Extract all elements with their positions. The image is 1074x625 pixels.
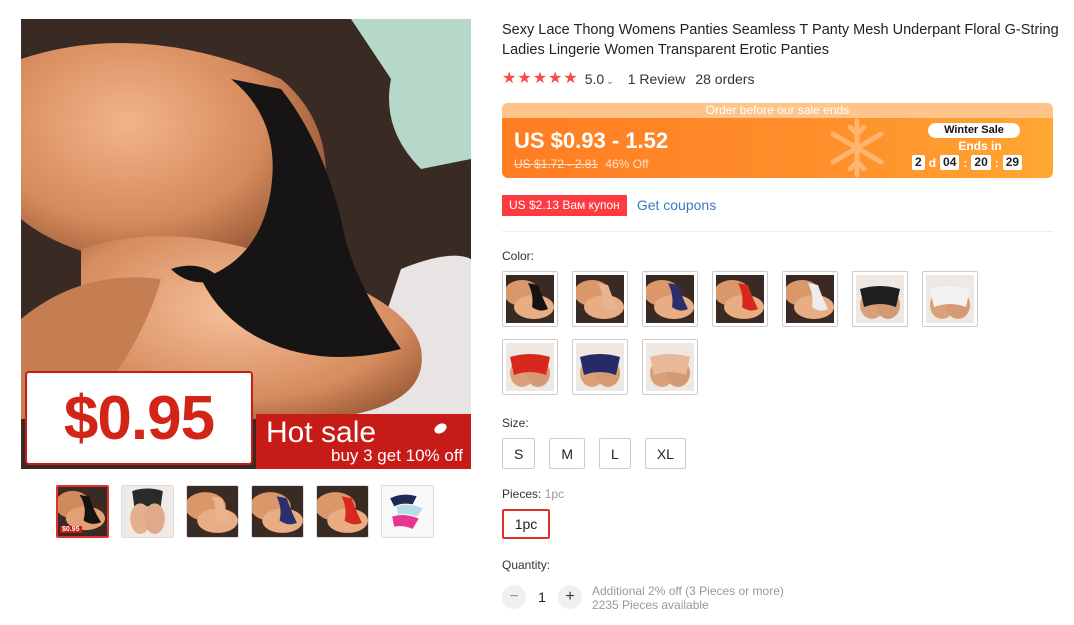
thumbnail-5[interactable] (316, 485, 369, 538)
original-price: US $1.72 - 2.81 (514, 157, 599, 171)
star-icon: ★ (563, 70, 578, 87)
thumbnail-image (252, 486, 303, 537)
swatch-image (646, 275, 694, 323)
star-icon: ★ (517, 70, 532, 87)
quantity-decrease-button[interactable]: − (502, 585, 526, 609)
pieces-selected-value: 1pc (544, 487, 565, 501)
countdown-panel: Winter Sale Ends in 2 d 04 : 20 : 29 (912, 123, 1042, 170)
chevron-down-icon: ⌄ (606, 76, 614, 86)
thumbnail-strip: $0.95 (56, 485, 434, 538)
size-label: Size: (502, 416, 529, 430)
timer-days-unit: d (928, 155, 937, 170)
sale-banner: Order before our sale ends US $0.93 - 1.… (502, 103, 1053, 178)
size-option-l[interactable]: L (599, 438, 631, 469)
stock-available-text: 2235 Pieces available (592, 598, 709, 612)
original-price-row: US $1.72 - 2.81 46% Off (514, 157, 649, 171)
pieces-options: 1pc (502, 509, 550, 539)
thumbnail-price-badge: $0.95 (60, 526, 82, 533)
color-swatch-black[interactable] (502, 271, 558, 327)
color-swatch-red-lace[interactable] (502, 339, 558, 395)
swatch-image (646, 343, 694, 391)
thumbnail-image (187, 486, 238, 537)
color-swatch-white[interactable] (782, 271, 838, 327)
thumbnail-image (317, 486, 368, 537)
swatch-image (576, 275, 624, 323)
main-product-image[interactable]: $0.95 Hot sale buy 3 get 10% off (21, 19, 471, 469)
thumbnail-6[interactable] (381, 485, 434, 538)
quantity-label: Quantity: (502, 558, 551, 572)
color-swatch-navy-lace[interactable] (572, 339, 628, 395)
size-option-m[interactable]: M (549, 438, 586, 469)
promo-banner: $0.95 Hot sale buy 3 get 10% off (21, 369, 471, 469)
sale-banner-text: Order before our sale ends (502, 103, 1053, 118)
get-coupons-link[interactable]: Get coupons (637, 197, 716, 213)
rating-dropdown[interactable]: 5.0 ⌄ (585, 71, 614, 87)
swatch-image (926, 275, 974, 323)
timer-hours: 04 (940, 155, 960, 170)
quantity-value[interactable]: 1 (526, 585, 558, 609)
coupon-tag[interactable]: US $2.13 Вам купон (502, 194, 630, 216)
timer-seconds: 29 (1002, 155, 1023, 170)
thumbnail-image (382, 486, 433, 537)
star-icon: ★ (548, 70, 563, 87)
countdown-timer: 2 d 04 : 20 : 29 (912, 155, 1042, 170)
sale-price: US $0.93 - 1.52 (514, 128, 669, 153)
size-options: S M L XL (502, 438, 686, 469)
timer-days: 2 (912, 155, 925, 170)
hot-sale-subtitle: buy 3 get 10% off (330, 446, 463, 465)
timer-minutes: 20 (971, 155, 991, 170)
color-swatch-nude-lace[interactable] (642, 339, 698, 395)
color-swatch-red[interactable] (712, 271, 768, 327)
orders-count: 28 orders (695, 71, 755, 87)
promo-price-box: $0.95 (25, 371, 253, 465)
rating-row: ★ ★ ★ ★ ★ 5.0 ⌄ 1 Review 28 orders (502, 69, 754, 89)
product-title: Sexy Lace Thong Womens Panties Seamless … (502, 22, 1059, 58)
swatch-image (506, 275, 554, 323)
thumbnail-4[interactable] (251, 485, 304, 538)
coupon-row: US $2.13 Вам купон Get coupons (502, 194, 716, 216)
swatch-image (716, 275, 764, 323)
thumbnail-image (122, 486, 173, 537)
color-swatch-white-lace[interactable] (922, 271, 978, 327)
ends-in-label: Ends in (958, 139, 1002, 153)
pieces-label: Pieces: (502, 487, 542, 501)
hot-sale-box: Hot sale buy 3 get 10% off (256, 414, 471, 469)
color-swatches (502, 271, 992, 395)
bulk-discount-text: Additional 2% off (3 Pieces or more) (592, 584, 784, 598)
decor-blob-icon (432, 421, 449, 436)
quantity-stepper: − 1 + Additional 2% off (3 Pieces or mor… (502, 584, 784, 612)
rating-value: 5.0 (584, 71, 605, 87)
star-icon: ★ (532, 70, 548, 87)
promo-price: $0.95 (63, 383, 215, 453)
star-icon: ★ (502, 70, 517, 87)
color-swatch-navy[interactable] (642, 271, 698, 327)
thumbnail-2[interactable] (121, 485, 174, 538)
discount-percent: 46% Off (605, 157, 649, 171)
quantity-info: Additional 2% off (3 Pieces or more) 223… (592, 584, 784, 612)
color-swatch-nude[interactable] (572, 271, 628, 327)
swatch-image (786, 275, 834, 323)
winter-sale-badge: Winter Sale (928, 123, 1020, 138)
pieces-label-row: Pieces: 1pc (502, 487, 564, 501)
quantity-increase-button[interactable]: + (558, 585, 582, 609)
thumbnail-1[interactable]: $0.95 (56, 485, 109, 538)
color-label: Color: (502, 249, 535, 263)
timer-separator: : (963, 155, 968, 170)
reviews-link[interactable]: 1 Review (628, 71, 686, 87)
size-option-xl[interactable]: XL (644, 438, 686, 469)
pieces-option-1pc[interactable]: 1pc (502, 509, 550, 539)
size-option-s[interactable]: S (502, 438, 536, 469)
color-swatch-black-lace[interactable] (852, 271, 908, 327)
snowflake-icon (830, 118, 884, 178)
thumbnail-3[interactable] (186, 485, 239, 538)
swatch-image (576, 343, 624, 391)
star-rating: ★ ★ ★ ★ ★ (502, 71, 578, 87)
swatch-image (506, 343, 554, 391)
timer-separator: : (994, 155, 999, 170)
divider (502, 231, 1053, 232)
hot-sale-title: Hot sale (266, 416, 377, 449)
swatch-image (856, 275, 904, 323)
